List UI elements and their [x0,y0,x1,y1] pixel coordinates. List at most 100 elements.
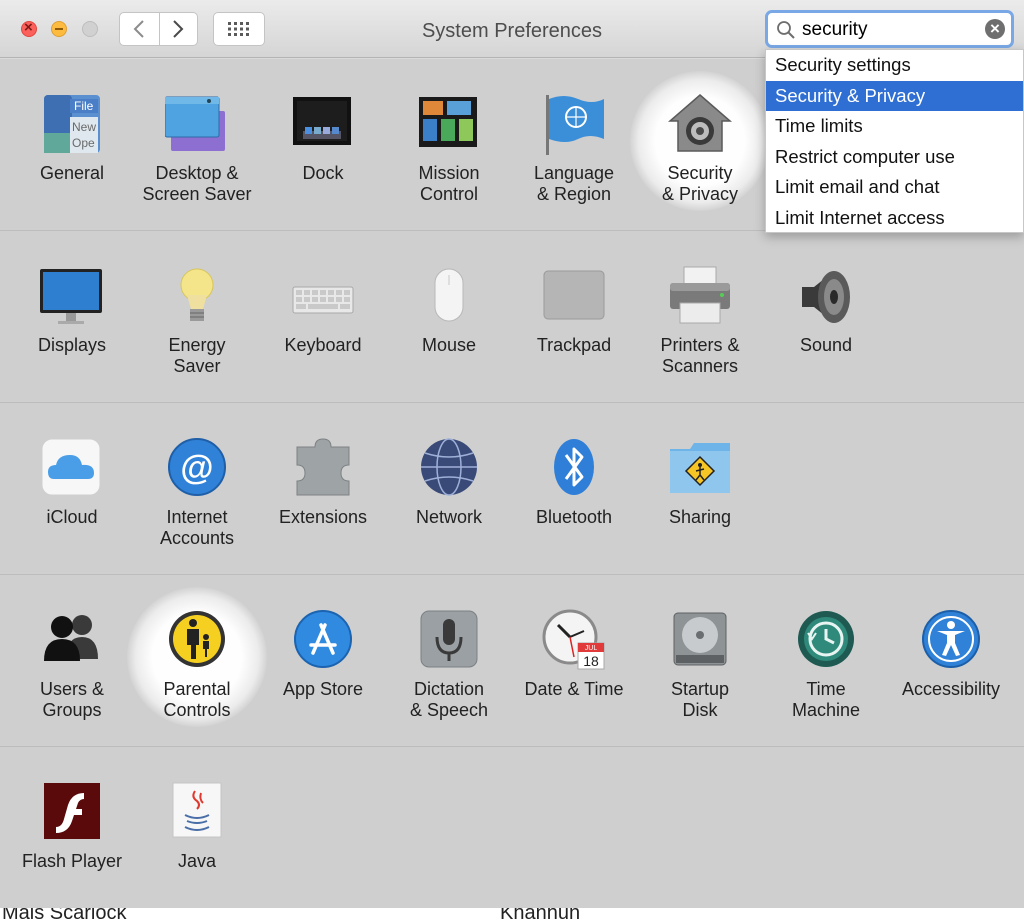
suggestion-limit-internet-access[interactable]: Limit Internet access [766,203,1023,234]
suggestion-security-privacy[interactable]: Security & Privacy [766,80,1023,112]
pane-dictation-speech[interactable]: Dictation & Speech [387,609,511,721]
hard-disk-icon [673,612,727,666]
pane-parental-controls[interactable]: Parental Controls [135,609,259,721]
svg-text:New: New [72,120,96,134]
pane-accessibility[interactable]: Accessibility [889,609,1013,700]
keyboard-icon [292,286,354,314]
pane-desktop-screen-saver[interactable]: Desktop & Screen Saver [135,93,259,205]
suggestion-limit-email-chat[interactable]: Limit email and chat [766,172,1023,203]
pane-label: Time Machine [791,679,861,720]
section-system: Users & Groups Parental Controls App Sto… [0,575,1024,747]
lightbulb-icon [180,268,214,321]
pane-label: Mission Control [418,163,480,204]
pane-dock[interactable]: Dock [261,93,385,184]
display-icon [40,269,102,324]
general-icon: File New Ope [44,95,100,153]
background-content: Mais Scarlock Khanhun [0,908,1024,921]
pane-label: Desktop & Screen Saver [142,163,252,204]
puzzle-icon [296,438,350,496]
section-hardware: Displays Energy Saver Keyboard Mouse Tra… [0,231,1024,403]
sharing-folder-icon [670,443,730,493]
system-preferences-window: System Preferences × File New Ope [0,0,1024,908]
security-house-icon [667,94,733,152]
pane-label: Startup Disk [670,679,730,720]
pane-label: Dictation & Speech [409,679,489,720]
cloud-icon [41,438,101,496]
microphone-icon [420,610,478,668]
pane-label: Printers & Scanners [660,335,740,376]
pane-startup-disk[interactable]: Startup Disk [638,609,762,721]
pane-label: iCloud [46,507,98,527]
pane-label: Accessibility [901,679,1001,699]
pane-extensions[interactable]: Extensions [261,437,385,528]
section-other: Flash Player Java [0,747,1024,908]
pane-security-privacy[interactable]: Security & Privacy [638,93,762,205]
mouse-icon [434,268,464,322]
svg-text:18: 18 [583,653,599,669]
svg-text:JUL: JUL [585,645,598,652]
pane-label: Users & Groups [39,679,104,720]
dock-icon [293,97,351,145]
suggestion-security-settings[interactable]: Security settings [766,50,1023,81]
accessibility-icon [922,610,980,668]
pane-label: Parental Controls [163,679,231,720]
pane-label: Sound [799,335,853,355]
pane-internet-accounts[interactable]: @ Internet Accounts [135,437,259,549]
pane-mouse[interactable]: Mouse [387,265,511,356]
at-sign-icon: @ [168,438,226,496]
pane-label: App Store [282,679,364,699]
pane-language-region[interactable]: Language & Region [512,93,636,205]
pane-label: Mouse [421,335,477,355]
pane-java[interactable]: Java [135,781,259,872]
search-input[interactable] [802,17,972,43]
pane-trackpad[interactable]: Trackpad [512,265,636,356]
parental-controls-icon [169,611,225,667]
trackpad-icon [543,270,605,320]
pane-date-time[interactable]: JUL 18 Date & Time [512,609,636,700]
svg-text:@: @ [180,449,213,487]
pane-label: Sharing [668,507,732,527]
pane-label: Dock [302,163,344,183]
suggestion-restrict-computer-use[interactable]: Restrict computer use [766,142,1023,173]
search-icon [777,21,795,39]
pane-label: Network [415,507,482,527]
mission-control-icon [419,97,477,147]
speaker-icon [802,271,850,323]
printer-icon [670,266,730,324]
pane-label: Extensions [278,507,368,527]
pane-general[interactable]: File New Ope General [10,93,134,184]
suggestion-time-limits[interactable]: Time limits [766,111,1023,142]
pane-icloud[interactable]: iCloud [10,437,134,528]
svg-text:File: File [74,99,94,113]
pane-keyboard[interactable]: Keyboard [261,265,385,356]
pane-label: Bluetooth [535,507,613,527]
time-machine-icon [798,611,854,667]
pane-displays[interactable]: Displays [10,265,134,356]
clock-icon: JUL 18 [542,609,605,670]
globe-icon [421,438,477,496]
users-icon [44,615,98,661]
bluetooth-icon [554,439,594,495]
pane-label: Trackpad [536,335,612,355]
pane-label: Keyboard [284,335,362,355]
pane-label: Flash Player [21,851,123,871]
flash-icon [44,783,100,839]
pane-printers-scanners[interactable]: Printers & Scanners [638,265,762,377]
pane-app-store[interactable]: App Store [261,609,385,700]
pane-time-machine[interactable]: Time Machine [764,609,888,721]
pane-bluetooth[interactable]: Bluetooth [512,437,636,528]
clear-search-icon[interactable]: × [985,19,1005,39]
pane-network[interactable]: Network [387,437,511,528]
pane-label: Language & Region [533,163,615,204]
pane-sharing[interactable]: Sharing [638,437,762,528]
un-flag-icon [546,95,604,155]
pane-energy-saver[interactable]: Energy Saver [135,265,259,377]
pane-mission-control[interactable]: Mission Control [387,93,511,205]
pane-sound[interactable]: Sound [764,265,888,356]
pane-flash-player[interactable]: Flash Player [10,781,134,872]
svg-text:Ope: Ope [72,136,95,150]
pane-users-groups[interactable]: Users & Groups [10,609,134,721]
section-internet-wireless: iCloud @ Internet Accounts Extensions Ne… [0,403,1024,575]
search-field[interactable]: × [765,10,1014,48]
pane-label: Java [177,851,217,871]
